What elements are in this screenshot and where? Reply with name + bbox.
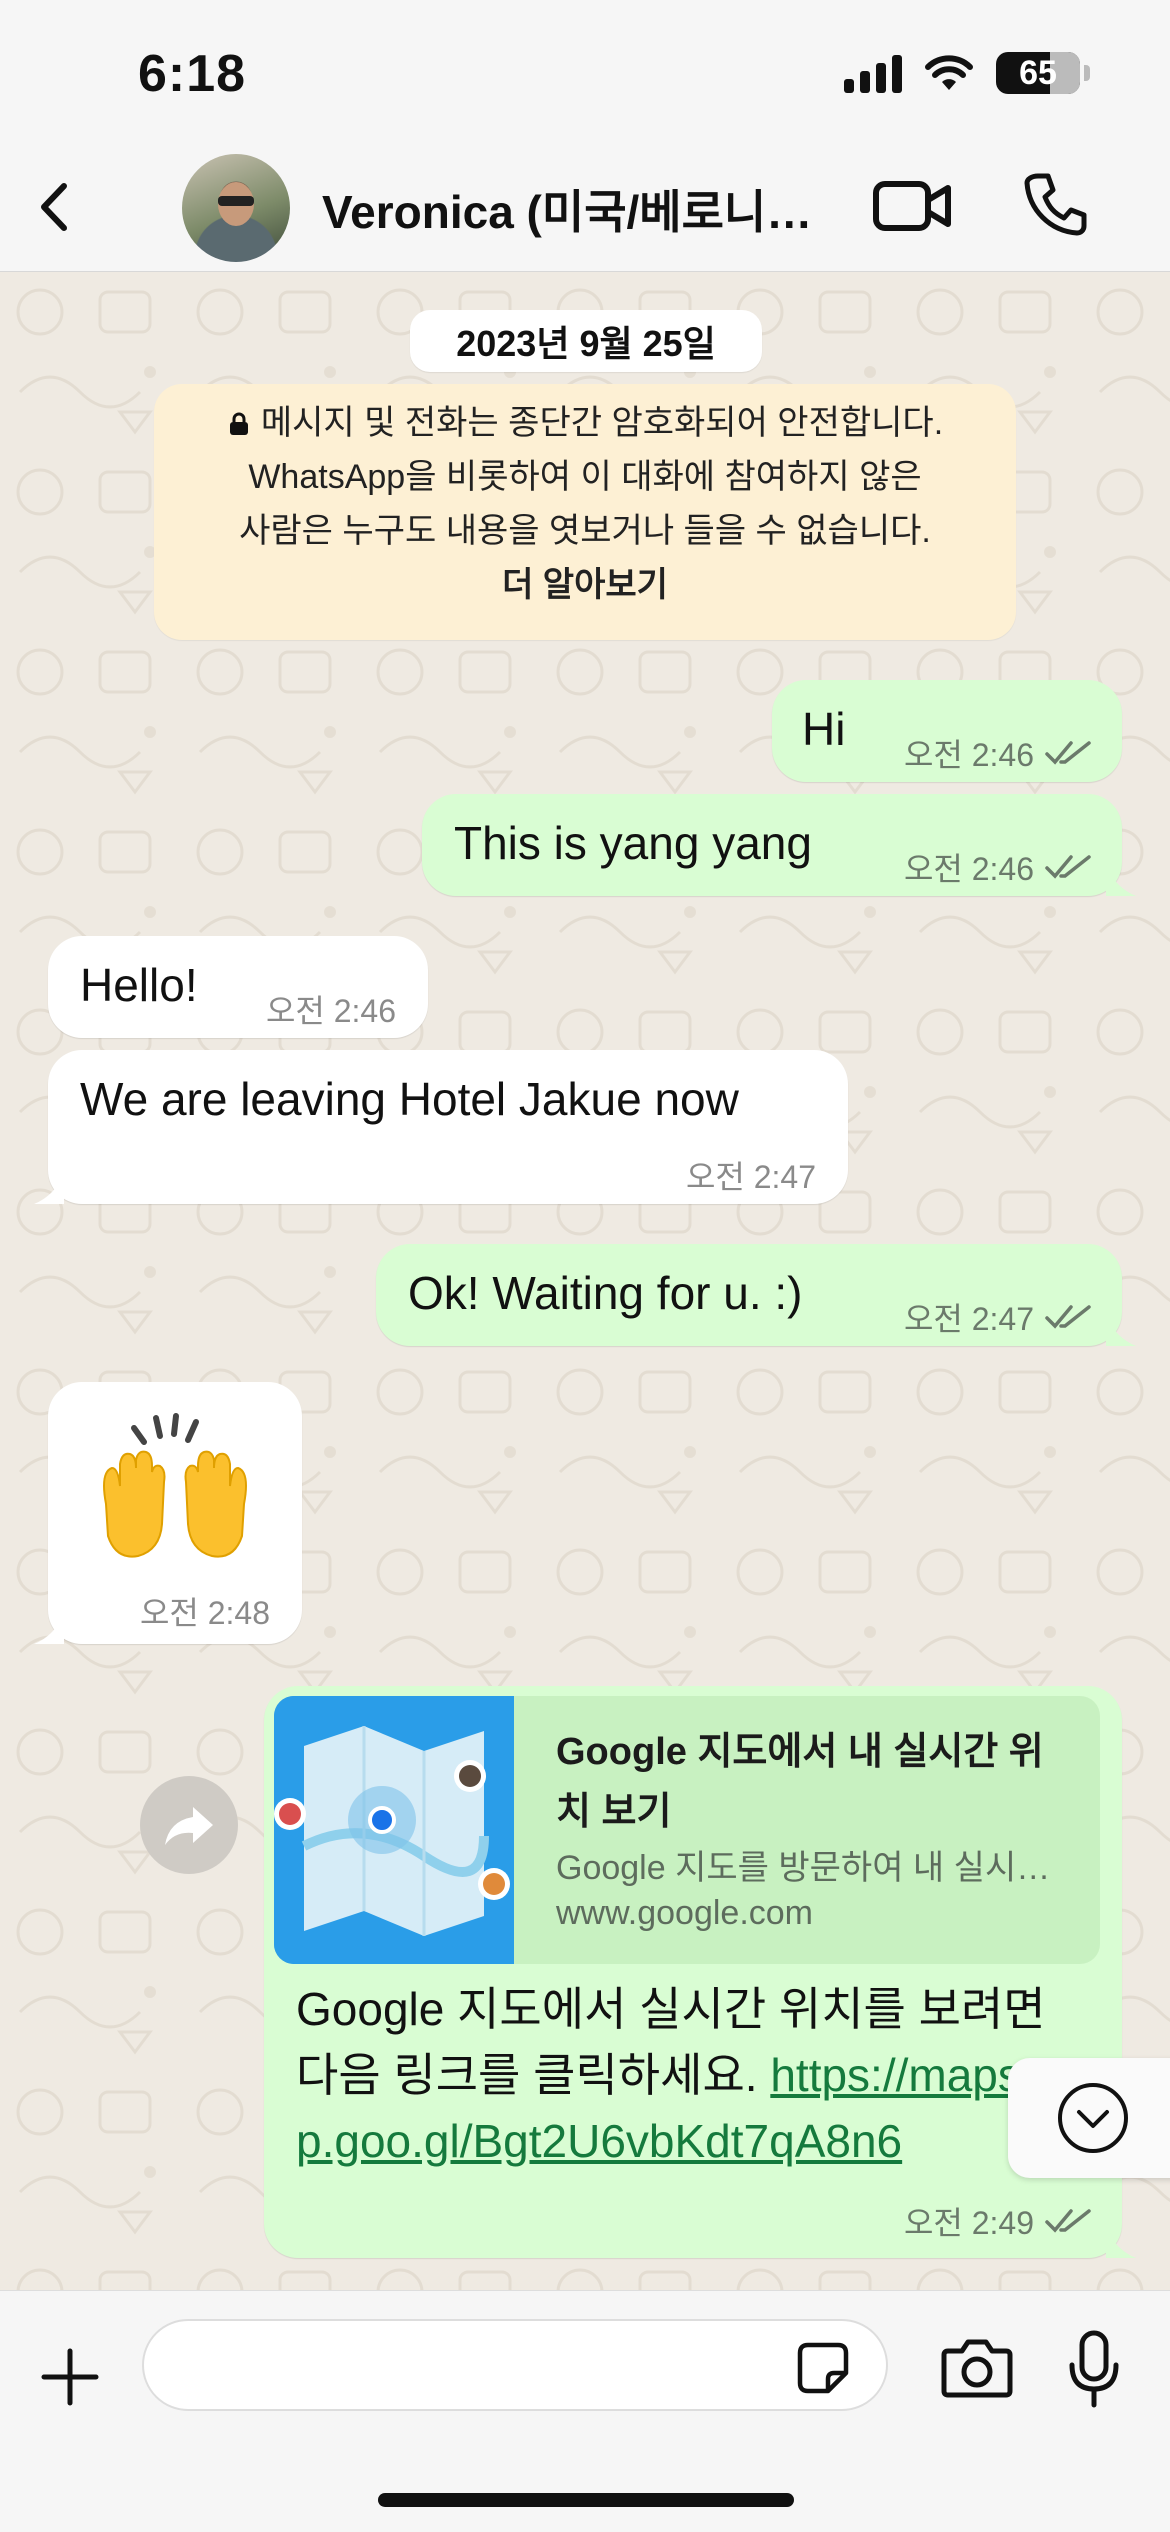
date-separator: 2023년 9월 25일 [410, 310, 762, 372]
raising-hands-emoji [103, 1413, 247, 1558]
message-meta: 오전 2:47 [904, 1294, 1094, 1340]
bubble-tail [1106, 1316, 1136, 1346]
chevron-down-circle-icon [1058, 2083, 1128, 2153]
bubble-tail [1106, 2228, 1136, 2258]
message-bubble-outgoing[interactable]: Google 지도에서 내 실시간 위치 보기 Google 지도를 방문하여 … [264, 1686, 1136, 2258]
chat-area[interactable]: 2023년 9월 25일 메시지 및 전화는 종단간 암호화되어 안전합니다. … [0, 272, 1170, 2290]
link-preview-domain: www.google.com [556, 1894, 814, 1932]
chat-header: Veronica (미국/베로니… [0, 140, 1170, 272]
video-camera-icon[interactable] [872, 174, 954, 238]
message-meta: 오전 2:48 [140, 1588, 270, 1634]
double-check-icon [1045, 1305, 1091, 1329]
message-text: We are leaving Hotel Jakue now [80, 1073, 739, 1125]
forward-arrow-icon [165, 1807, 213, 1845]
bubble-tail [34, 1174, 64, 1204]
learn-more-link[interactable]: 더 알아보기 [154, 558, 1016, 612]
plus-icon[interactable] [40, 2347, 100, 2407]
message-bubble-incoming[interactable]: Hello! 오전 2:46 [48, 936, 428, 1038]
message-bubble-incoming[interactable]: 오전 2:48 [34, 1382, 302, 1644]
status-bar: 6:18 65 [0, 0, 1170, 140]
message-time: 오전 2:49 [903, 2205, 1034, 2241]
message-time: 오전 2:46 [903, 851, 1034, 887]
message-meta: 오전 2:46 [904, 730, 1094, 776]
message-bubble-outgoing[interactable]: Ok! Waiting for u. :) 오전 2:47 [376, 1244, 1136, 1346]
message-text: This is yang yang [454, 817, 812, 869]
sticker-icon[interactable] [796, 2341, 850, 2395]
battery-nub [1084, 65, 1090, 81]
cellular-signal-icon [844, 53, 902, 93]
message-bubble-outgoing[interactable]: Hi 오전 2:46 [772, 680, 1122, 782]
message-meta: 오전 2:46 [266, 986, 396, 1032]
message-meta: 오전 2:47 [686, 1152, 816, 1198]
map-thumbnail [274, 1696, 514, 1964]
double-check-icon [1045, 2209, 1091, 2233]
status-icons: 65 [844, 52, 1090, 94]
battery-level: 65 [1019, 53, 1057, 92]
encryption-line-3: 사람은 누구도 내용을 엿보거나 들을 수 없습니다. [239, 512, 931, 550]
camera-icon[interactable] [940, 2337, 1014, 2399]
forward-button[interactable] [140, 1776, 238, 1874]
message-time: 오전 2:48 [139, 1595, 270, 1631]
phone-icon[interactable] [1020, 168, 1092, 240]
home-indicator [378, 2493, 794, 2507]
status-time: 6:18 [138, 45, 247, 103]
double-check-icon [1045, 855, 1091, 879]
contact-name[interactable]: Veronica (미국/베로니… [322, 176, 822, 242]
encryption-line-1: 메시지 및 전화는 종단간 암호화되어 안전합니다. [154, 396, 1016, 450]
message-time: 오전 2:47 [903, 1301, 1034, 1337]
message-meta: 오전 2:46 [904, 844, 1094, 890]
bubble-tail [1106, 866, 1136, 896]
encryption-notice[interactable]: 메시지 및 전화는 종단간 암호화되어 안전합니다. WhatsApp을 비롯하… [154, 384, 1016, 640]
message-input-bar [0, 2290, 1170, 2532]
message-bubble-incoming[interactable]: We are leaving Hotel Jakue now 오전 2:47 [34, 1050, 848, 1204]
message-text: Google 지도에서 실시간 위치를 보려면 다음 링크를 클릭하세요. ht… [296, 1976, 1096, 2174]
message-text: Ok! Waiting for u. :) [408, 1267, 803, 1319]
link-preview-title: Google 지도에서 내 실시간 위치 보기 [556, 1731, 1044, 1833]
microphone-icon[interactable] [1066, 2329, 1122, 2411]
message-text: Hello! [80, 959, 198, 1011]
double-check-icon [1045, 741, 1091, 765]
bubble-tail [34, 1614, 64, 1644]
message-time: 오전 2:46 [265, 993, 396, 1029]
battery-icon: 65 [996, 52, 1080, 94]
message-text: Hi [802, 703, 846, 755]
message-time: 오전 2:47 [685, 1159, 816, 1195]
encryption-line-2: WhatsApp을 비롯하여 이 대화에 참여하지 않은 [248, 458, 922, 496]
message-input[interactable] [142, 2319, 888, 2411]
message-bubble-outgoing[interactable]: This is yang yang 오전 2:46 [422, 794, 1136, 896]
wifi-icon [925, 55, 973, 90]
chevron-left-icon[interactable] [22, 172, 92, 242]
scroll-to-bottom-button[interactable] [1008, 2058, 1170, 2178]
message-meta: 오전 2:49 [904, 2198, 1094, 2244]
lock-icon [229, 412, 248, 435]
message-time: 오전 2:46 [903, 737, 1034, 773]
avatar[interactable] [182, 154, 290, 262]
link-preview-description: Google 지도를 방문하여 내 실시… [556, 1849, 1051, 1887]
link-preview-card[interactable]: Google 지도에서 내 실시간 위치 보기 Google 지도를 방문하여 … [274, 1696, 1100, 1964]
